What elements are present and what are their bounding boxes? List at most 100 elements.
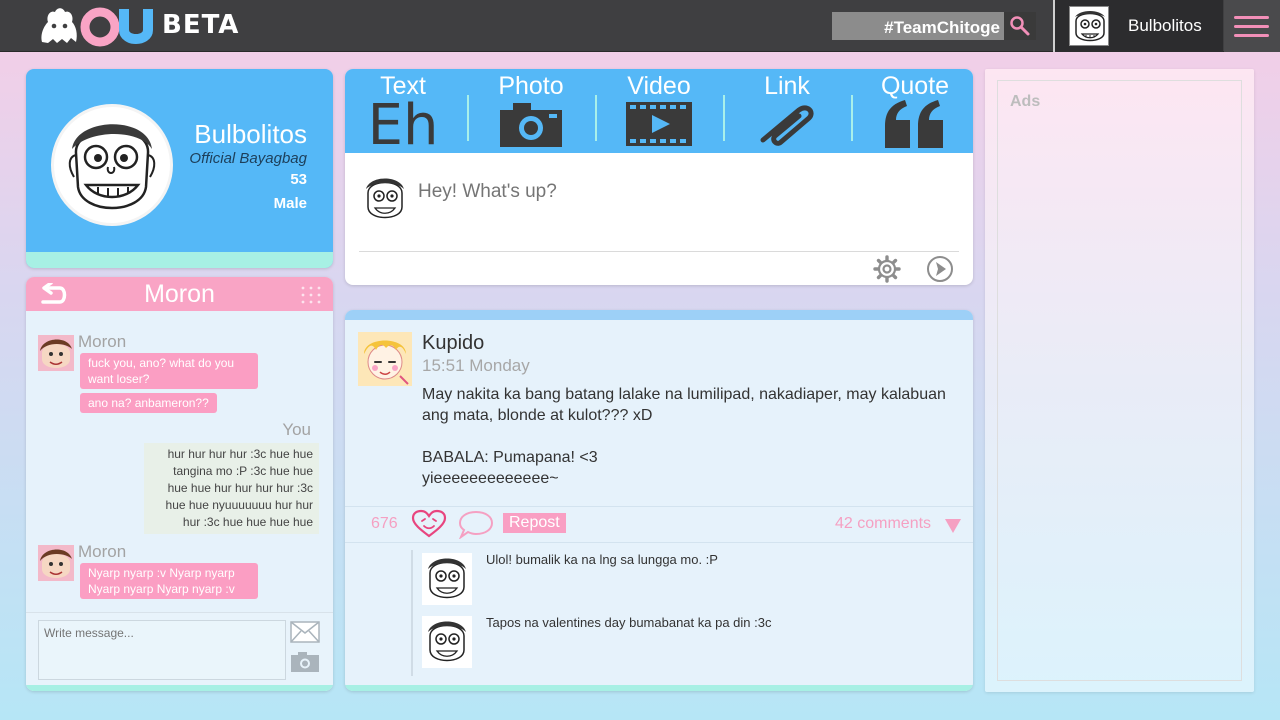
comment-avatar[interactable] xyxy=(422,616,472,668)
logo-beta-text: BETA xyxy=(162,10,240,40)
composer-divider xyxy=(359,251,959,252)
comment-avatar[interactable] xyxy=(422,553,472,605)
post-type-link[interactable]: Link xyxy=(737,69,837,153)
sketch-face-icon xyxy=(422,553,472,605)
camera-icon xyxy=(291,652,319,672)
speech-bubble-icon xyxy=(458,510,494,540)
chat-bubble-outgoing: hur hur hur hur :3c hue hue tangina mo :… xyxy=(144,443,319,534)
chat-sender: You xyxy=(282,420,311,439)
comment-thread-line xyxy=(411,550,413,676)
repost-button[interactable]: Repost xyxy=(503,513,566,533)
post-body-line: BABALA: Pumapana! <3 xyxy=(422,449,598,466)
type-separator xyxy=(723,95,725,141)
like-button[interactable] xyxy=(411,509,447,544)
heart-icon xyxy=(411,509,447,538)
chat-compose xyxy=(26,612,333,691)
paperclip-icon xyxy=(755,100,819,153)
user-avatar xyxy=(1069,6,1109,46)
chat-message-input[interactable] xyxy=(38,620,286,680)
grip-dots-icon xyxy=(301,286,321,304)
post-submit-button[interactable] xyxy=(926,255,954,285)
post-timestamp: 15:51 Monday xyxy=(422,356,530,375)
chat-avatar-moron xyxy=(38,335,74,371)
post-actions: 676 Repost 42 comments xyxy=(345,506,973,543)
text-icon: Eh xyxy=(367,93,439,158)
profile-gender: Male xyxy=(273,195,307,212)
post-type-label: Quote xyxy=(880,72,950,100)
composer-avatar xyxy=(360,173,410,225)
ads-slot[interactable]: Ads xyxy=(997,80,1242,681)
comment-button[interactable] xyxy=(458,509,494,544)
comment-text: Ulol! bumalik ka na lng sa lungga mo. :P xyxy=(486,552,718,567)
profile-stripe xyxy=(26,252,333,268)
menu-icon-bar xyxy=(1234,16,1269,19)
cartoon-face-icon xyxy=(358,332,412,386)
chat-stripe xyxy=(26,685,333,691)
post-type-quote[interactable]: Quote xyxy=(865,69,965,153)
cartoon-face-icon xyxy=(38,335,74,371)
post-body-line: yieeeeeeeeeeeee~ xyxy=(422,470,559,487)
like-count: 676 xyxy=(371,515,398,532)
post-body: May nakita ka bang batang lalake na lumi… xyxy=(422,384,962,489)
envelope-icon xyxy=(290,621,320,643)
gear-icon xyxy=(873,255,901,283)
user-name: Bulbolitos xyxy=(1128,16,1202,35)
post-body-line: May nakita ka bang batang lalake na lumi… xyxy=(422,386,946,424)
type-separator xyxy=(467,95,469,141)
post-stripe xyxy=(345,685,973,691)
sketch-face-icon xyxy=(422,616,472,668)
chat-panel: Moron Moron fuck you, ano? what do you w… xyxy=(26,277,333,691)
profile-title: Official Bayagbag xyxy=(189,150,307,167)
profile-age: 53 xyxy=(290,171,307,188)
chat-bubble-incoming: ano na? anbameron?? xyxy=(80,393,217,413)
camera-icon xyxy=(499,100,563,153)
post-type-label: Link xyxy=(764,72,810,100)
sketch-face-icon xyxy=(1075,11,1105,42)
post-type-bar: Text Eh Photo Video Link Quote xyxy=(345,69,973,158)
film-play-icon xyxy=(625,100,693,153)
chat-sender: Moron xyxy=(78,332,127,351)
chevron-down-icon[interactable] xyxy=(945,519,961,533)
chat-bubble-incoming: Nyarp nyarp :v Nyarp nyarp Nyarp nyarp N… xyxy=(80,563,258,599)
feed-post: Kupido 15:51 Monday May nakita ka bang b… xyxy=(345,310,973,691)
chat-avatar-moron xyxy=(38,545,74,581)
ads-label: Ads xyxy=(1010,93,1041,110)
ads-panel: Ads xyxy=(985,69,1254,692)
send-message-button[interactable] xyxy=(290,621,320,648)
post-author-avatar[interactable] xyxy=(358,332,412,386)
sketch-face-icon xyxy=(360,173,410,225)
post-type-photo[interactable]: Photo xyxy=(481,69,581,153)
profile-name: Bulbolitos xyxy=(194,119,307,149)
send-arrow-icon xyxy=(927,256,953,282)
profile-picture[interactable] xyxy=(51,104,173,226)
user-menu[interactable]: Bulbolitos xyxy=(1053,0,1223,52)
menu-icon-bar xyxy=(1234,34,1269,37)
menu-icon-bar xyxy=(1234,25,1269,28)
cartoon-face-icon xyxy=(38,545,74,581)
chat-drag-handle[interactable] xyxy=(300,285,324,305)
chat-bubble-incoming: fuck you, ano? what do you want loser? xyxy=(80,353,258,389)
status-input[interactable] xyxy=(418,177,938,207)
chat-header: Moron xyxy=(26,277,333,311)
post-top-stripe xyxy=(345,310,973,320)
attach-photo-button[interactable] xyxy=(290,651,320,678)
search-icon xyxy=(1010,16,1030,36)
logo-mark-icon xyxy=(41,7,153,47)
post-type-label: Video xyxy=(627,72,691,100)
search-button[interactable] xyxy=(1004,12,1036,40)
sketch-face-icon xyxy=(68,124,156,210)
post-author[interactable]: Kupido xyxy=(422,332,484,355)
post-type-label: Photo xyxy=(498,72,564,100)
comments-toggle[interactable]: 42 comments xyxy=(835,515,931,533)
type-separator xyxy=(851,95,853,141)
comment-text: Tapos na valentines day bumabanat ka pa … xyxy=(486,615,772,630)
chat-sender: Moron xyxy=(78,542,127,561)
post-settings-button[interactable] xyxy=(873,255,901,285)
search-input[interactable] xyxy=(832,12,1004,40)
post-type-video[interactable]: Video xyxy=(609,69,709,153)
hamburger-menu-button[interactable] xyxy=(1224,0,1280,52)
post-body-line xyxy=(422,426,962,447)
app-logo[interactable]: BETA xyxy=(38,4,238,48)
chat-title: Moron xyxy=(144,280,215,308)
post-type-text[interactable]: Text Eh xyxy=(353,69,453,158)
